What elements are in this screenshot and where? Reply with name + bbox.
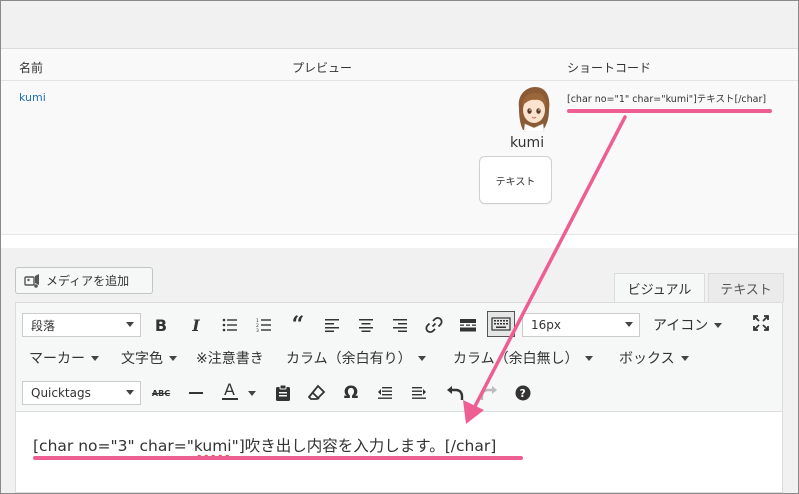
column-no-margin-label: カラム（余白無し） [453, 351, 579, 367]
column-header-name: 名前 [19, 61, 44, 75]
quicktags-select-value: Quicktags [31, 386, 91, 400]
header-divider [1, 80, 798, 81]
content-text-misspelled: kumi [193, 437, 232, 455]
add-media-button[interactable]: メディアを追加 [15, 267, 153, 294]
content-highlight-underline [33, 456, 523, 460]
column-with-margin-label: カラム（余白有り） [286, 351, 412, 367]
svg-text:?: ? [520, 388, 526, 400]
paste-text-icon[interactable] [272, 382, 294, 404]
chevron-down-icon [714, 322, 723, 328]
svg-text:3: 3 [256, 328, 259, 332]
box-menu[interactable]: ボックス [619, 348, 689, 368]
bold-icon[interactable]: B [150, 314, 172, 336]
column-header-shortcode: ショートコード [567, 61, 652, 75]
tab-text[interactable]: テキスト [708, 273, 784, 302]
text-color-dropdown-icon[interactable] [245, 382, 259, 404]
chevron-down-icon [625, 322, 633, 327]
screenshot-frame: 名前 プレビュー ショートコード kumi kumi テキスト [char no… [0, 0, 799, 494]
toolbar-toggle-icon[interactable] [487, 311, 515, 337]
column-with-margin-menu[interactable]: カラム（余白有り） [286, 348, 426, 368]
character-avatar [513, 86, 553, 133]
redo-icon[interactable] [478, 382, 500, 404]
indent-icon[interactable] [408, 382, 430, 404]
box-menu-label: ボックス [619, 351, 675, 367]
add-media-icon [24, 273, 40, 289]
editor-toolbar: 段落 B I 123 “ 16px アイコン マーカー 文字色 ※注意書き カラ… [15, 302, 783, 412]
format-select[interactable]: 段落 [22, 313, 141, 337]
outdent-icon[interactable] [374, 382, 396, 404]
blockquote-icon[interactable]: “ [287, 312, 309, 338]
fullscreen-icon[interactable] [750, 312, 772, 334]
font-size-select-value: 16px [531, 318, 561, 332]
character-table: 名前 プレビュー ショートコード kumi kumi テキスト [char no… [1, 48, 798, 235]
add-media-label: メディアを追加 [46, 274, 130, 288]
tab-visual[interactable]: ビジュアル [614, 273, 705, 302]
clear-formatting-icon[interactable] [306, 382, 328, 404]
chevron-down-icon [126, 322, 134, 327]
format-select-value: 段落 [31, 318, 56, 333]
align-right-icon[interactable] [389, 314, 411, 336]
section-separator [1, 234, 798, 249]
preview-character-name: kumi [510, 135, 545, 151]
shortcode-text: [char no="1" char="kumi"]テキスト[/char] [567, 94, 767, 105]
numbered-list-icon[interactable]: 123 [253, 314, 275, 336]
align-left-icon[interactable] [321, 314, 343, 336]
text-color-menu[interactable]: 文字色 [121, 348, 177, 368]
text-color-menu-label: 文字色 [121, 351, 163, 367]
italic-icon[interactable]: I [185, 314, 207, 336]
help-icon[interactable]: ? [512, 382, 534, 404]
align-center-icon[interactable] [355, 314, 377, 336]
chevron-down-icon [169, 355, 177, 361]
icon-menu-label: アイコン [653, 318, 709, 334]
font-size-select[interactable]: 16px [522, 313, 640, 337]
chevron-down-icon [91, 355, 99, 361]
chevron-down-icon [417, 355, 426, 361]
horizontal-line-icon[interactable] [185, 382, 207, 404]
row-name-link[interactable]: kumi [19, 91, 46, 104]
chevron-down-icon [680, 355, 689, 361]
chevron-down-icon [584, 355, 593, 361]
content-text-before: [char no="3" char=" [33, 437, 194, 455]
undo-icon[interactable] [444, 382, 466, 404]
preview-speech-bubble: テキスト [479, 156, 552, 204]
text-color-icon[interactable]: A [219, 380, 241, 402]
special-character-icon[interactable]: Ω [340, 382, 362, 404]
quicktags-select[interactable]: Quicktags [22, 381, 141, 405]
column-no-margin-menu[interactable]: カラム（余白無し） [453, 348, 593, 368]
chevron-down-icon [126, 390, 134, 395]
bullet-list-icon[interactable] [219, 314, 241, 336]
preview-bubble-text: テキスト [495, 176, 536, 188]
icon-menu[interactable]: アイコン [653, 315, 723, 335]
marker-menu-label: マーカー [29, 351, 85, 367]
note-button[interactable]: ※注意書き [196, 348, 264, 368]
editor-content-text[interactable]: [char no="3" char="kumi"]吹き出し内容を入力します。[/… [33, 434, 496, 456]
shortcode-highlight-underline [567, 109, 772, 113]
svg-text:A: A [224, 380, 235, 399]
marker-menu[interactable]: マーカー [29, 348, 99, 368]
read-more-icon[interactable] [457, 314, 479, 336]
note-button-label: ※注意書き [196, 351, 264, 367]
content-text-after: "]吹き出し内容を入力します。[/char] [231, 437, 497, 455]
column-header-preview: プレビュー [292, 61, 353, 75]
strikethrough-icon[interactable]: ABC [150, 382, 172, 404]
link-icon[interactable] [423, 314, 445, 336]
